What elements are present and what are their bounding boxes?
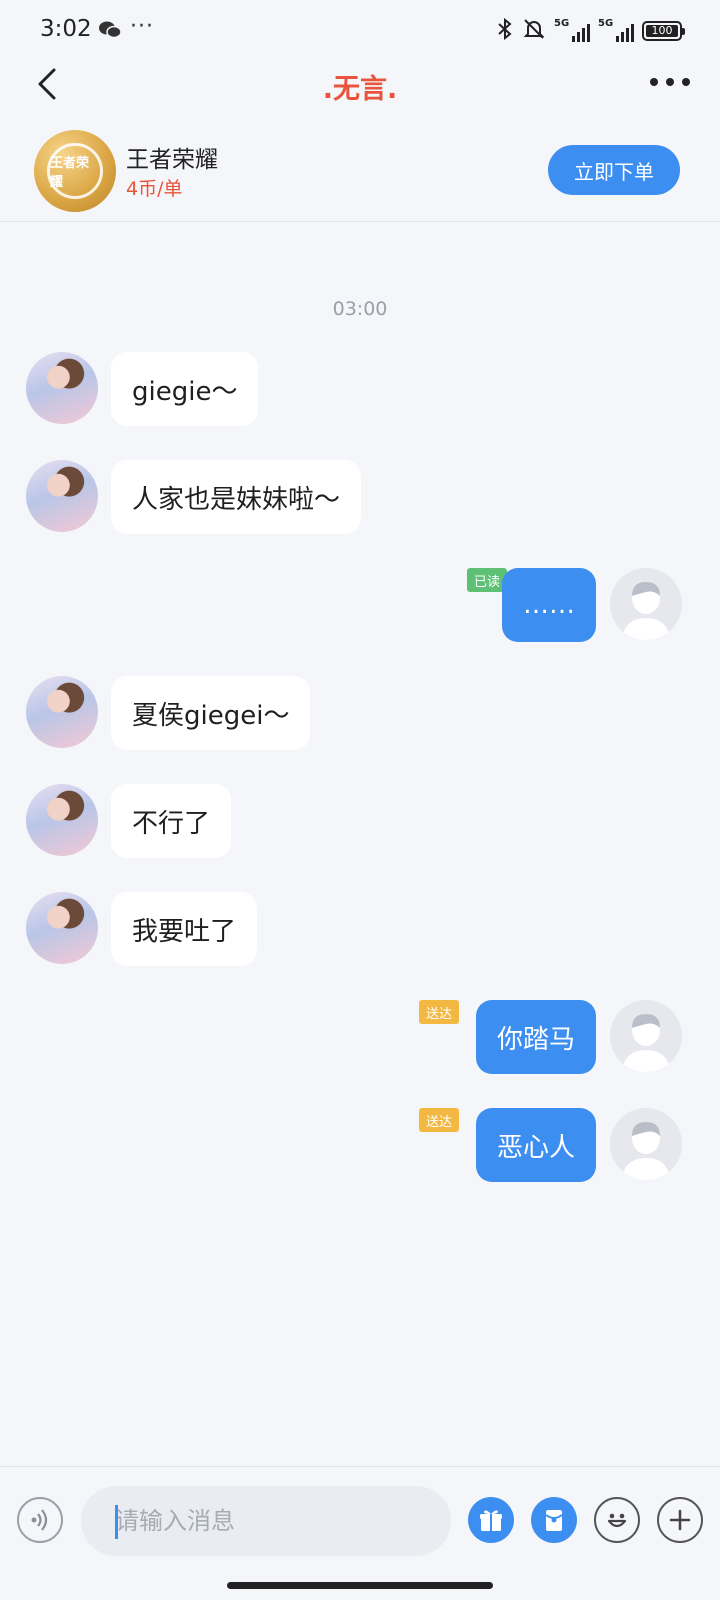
- emoji-icon[interactable]: [594, 1497, 640, 1543]
- message-bubble[interactable]: 不行了: [111, 784, 232, 858]
- bluetooth-icon: [496, 17, 514, 45]
- avatar[interactable]: [26, 676, 98, 748]
- message-incoming: 人家也是妹妹啦～: [0, 460, 720, 534]
- more-icon[interactable]: [650, 78, 690, 88]
- battery-icon: 100: [642, 21, 685, 41]
- text-cursor: [115, 1505, 118, 1539]
- game-price: 4币/单: [126, 178, 183, 200]
- read-status-badge: 已读: [466, 568, 507, 592]
- status-extra: ···: [130, 14, 154, 39]
- message-bubble[interactable]: 夏侯giegei～: [111, 676, 311, 750]
- nav-bar: .无言.: [0, 62, 720, 124]
- message-outgoing: 送达 恶心人: [0, 1108, 720, 1182]
- message-bubble[interactable]: ……: [502, 568, 596, 642]
- input-bar: [0, 1466, 720, 1600]
- message-bubble[interactable]: 人家也是妹妹啦～: [111, 460, 362, 534]
- home-indicator[interactable]: [227, 1582, 493, 1589]
- avatar[interactable]: [610, 568, 682, 640]
- message-outgoing: 送达 你踏马: [0, 1000, 720, 1074]
- avatar[interactable]: [26, 460, 98, 532]
- message-incoming: 不行了: [0, 784, 720, 858]
- signal-2-icon: 5G: [598, 18, 634, 42]
- gift-icon[interactable]: [468, 1497, 514, 1543]
- message-bubble[interactable]: 我要吐了: [111, 892, 258, 966]
- message-incoming: giegie～: [0, 352, 720, 426]
- signal-1-icon: 5G: [554, 18, 590, 42]
- avatar[interactable]: [26, 892, 98, 964]
- avatar[interactable]: [610, 1000, 682, 1072]
- message-bubble[interactable]: 你踏马: [475, 1000, 596, 1074]
- message-bubble[interactable]: giegie～: [111, 352, 259, 426]
- red-packet-icon[interactable]: [531, 1497, 577, 1543]
- voice-icon[interactable]: [17, 1497, 63, 1543]
- sent-status-badge: 送达: [418, 1000, 459, 1024]
- game-logo-text: 王者荣耀: [47, 143, 103, 199]
- order-now-button[interactable]: 立即下单: [548, 145, 680, 195]
- status-time: 3:02: [40, 16, 92, 42]
- chat-timestamp: 03:00: [332, 298, 388, 320]
- avatar[interactable]: [26, 352, 98, 424]
- message-input[interactable]: [81, 1486, 451, 1556]
- message-outgoing: 已读 ……: [0, 568, 720, 642]
- sent-status-badge: 送达: [418, 1108, 459, 1132]
- service-card: 王者荣耀 王者荣耀 4币/单 立即下单: [0, 124, 720, 222]
- battery-level: 100: [646, 25, 678, 37]
- message-bubble[interactable]: 恶心人: [475, 1108, 596, 1182]
- status-bar: 3:02 ··· 5G 5G 100: [0, 0, 720, 62]
- message-incoming: 我要吐了: [0, 892, 720, 966]
- game-logo[interactable]: 王者荣耀: [34, 130, 116, 212]
- message-incoming: 夏侯giegei～: [0, 676, 720, 750]
- mute-icon: [522, 17, 546, 45]
- game-name: 王者荣耀: [126, 147, 218, 173]
- plus-icon[interactable]: [657, 1497, 703, 1543]
- avatar[interactable]: [610, 1108, 682, 1180]
- status-indicators: 5G 5G 100: [496, 17, 685, 45]
- page-title: .无言.: [322, 74, 398, 105]
- avatar[interactable]: [26, 784, 98, 856]
- wechat-icon: [98, 20, 122, 40]
